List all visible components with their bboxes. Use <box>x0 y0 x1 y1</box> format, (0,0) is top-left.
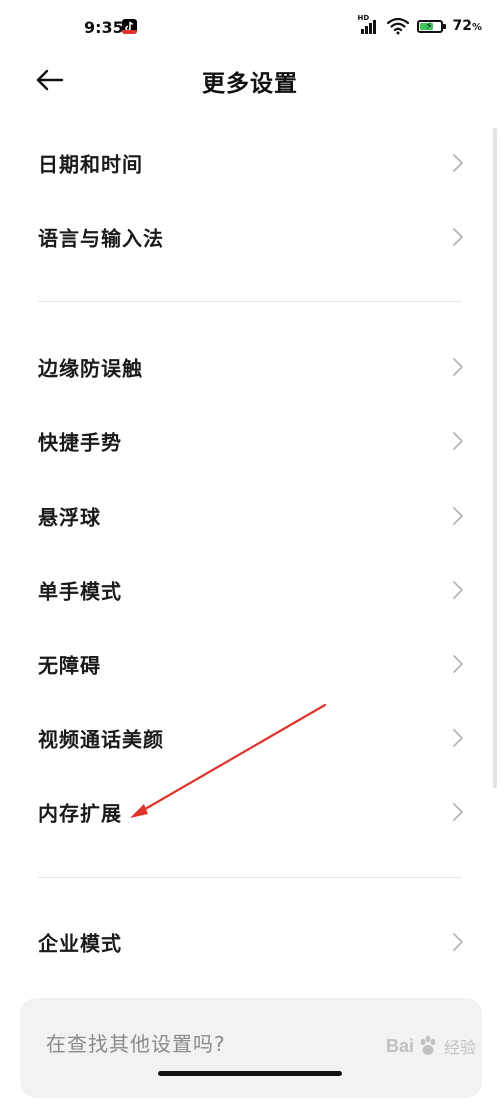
home-indicator[interactable] <box>158 1071 342 1076</box>
chevron-right-icon <box>453 507 463 525</box>
list-item-one-hand-mode[interactable]: 单手模式 <box>0 560 500 620</box>
hd-badge: HD <box>357 14 370 22</box>
tiktok-notification-icon <box>122 19 137 34</box>
cellular-signal-icon: HD <box>357 14 379 35</box>
list-item-enterprise-mode[interactable]: 企业模式 <box>0 912 500 972</box>
list-item-label: 边缘防误触 <box>38 356 143 381</box>
section-divider <box>38 877 462 878</box>
list-item-label: 日期和时间 <box>38 152 143 177</box>
chevron-right-icon <box>453 729 463 747</box>
chevron-right-icon <box>453 228 463 246</box>
wifi-icon <box>387 17 410 35</box>
baidu-jingyan-watermark: Bai 经验 <box>385 1035 476 1058</box>
status-time: 9:35 <box>84 18 124 37</box>
list-item-floating-ball[interactable]: 悬浮球 <box>0 486 500 546</box>
page-title: 更多设置 <box>202 71 298 97</box>
chevron-right-icon <box>453 358 463 376</box>
chevron-right-icon <box>453 154 463 172</box>
list-item-edge-touch-prevention[interactable]: 边缘防误触 <box>0 337 500 397</box>
list-item-label: 单手模式 <box>38 579 122 604</box>
list-item-quick-gestures[interactable]: 快捷手势 <box>0 411 500 471</box>
list-item-label: 内存扩展 <box>38 801 122 826</box>
list-item-accessibility[interactable]: 无障碍 <box>0 634 500 694</box>
chevron-right-icon <box>453 933 463 951</box>
list-item-date-time[interactable]: 日期和时间 <box>0 133 500 193</box>
battery-icon: ⚡ <box>417 19 447 33</box>
status-icons: HD ⚡ 72% <box>357 14 482 37</box>
paw-logo-icon <box>420 1035 436 1055</box>
chevron-right-icon <box>453 581 463 599</box>
list-item-label: 悬浮球 <box>38 505 101 530</box>
list-item-memory-extension[interactable]: 内存扩展 <box>0 782 500 842</box>
header: 更多设置 <box>0 50 500 110</box>
list-item-label: 无障碍 <box>38 653 101 678</box>
chevron-right-icon <box>453 803 463 821</box>
list-item-video-call-beauty[interactable]: 视频通话美颜 <box>0 708 500 768</box>
section-divider <box>38 301 462 302</box>
chevron-right-icon <box>453 432 463 450</box>
list-item-label: 企业模式 <box>38 931 122 956</box>
battery-percentage: 72% <box>452 18 482 34</box>
list-item-label: 快捷手势 <box>38 430 122 455</box>
list-item-label: 语言与输入法 <box>38 226 164 251</box>
list-item-language-input[interactable]: 语言与输入法 <box>0 207 500 267</box>
chevron-right-icon <box>453 655 463 673</box>
search-prompt-text: 在查找其他设置吗? <box>46 1032 226 1056</box>
list-item-label: 视频通话美颜 <box>38 727 164 752</box>
